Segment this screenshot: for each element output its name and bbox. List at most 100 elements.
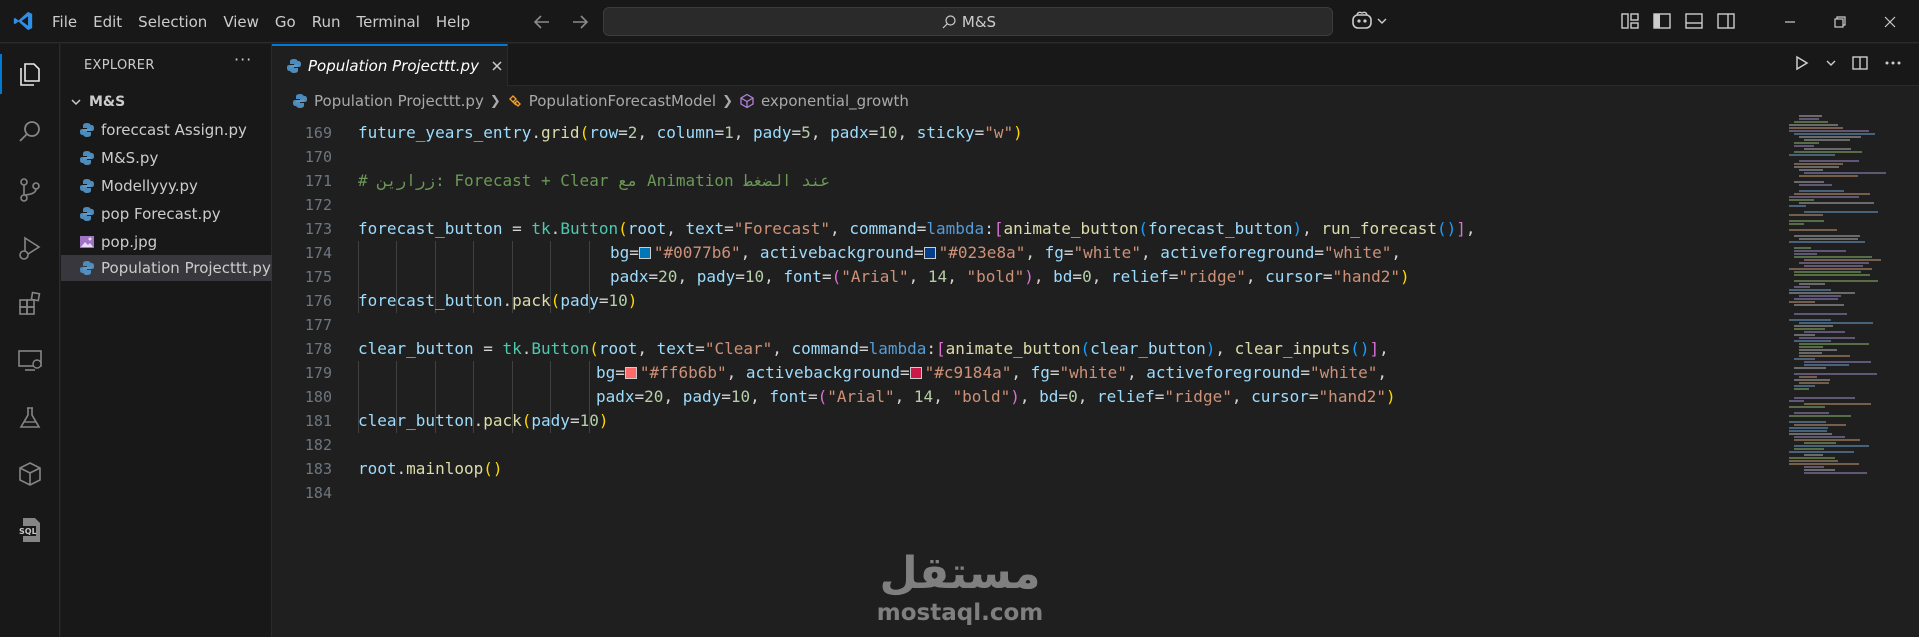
python-file-icon	[80, 261, 94, 275]
menu-terminal[interactable]: Terminal	[349, 8, 428, 36]
minimap-line	[1789, 229, 1837, 231]
close-tab-icon[interactable]	[489, 58, 505, 74]
toggle-primary-sidebar-icon[interactable]	[1652, 11, 1672, 31]
minimap-line	[1799, 169, 1823, 171]
minimap-line	[1794, 304, 1844, 306]
watermark-latin: mostaql.com	[876, 600, 1044, 626]
menu-view[interactable]: View	[215, 8, 267, 36]
token: "w"	[984, 123, 1014, 142]
minimize-button[interactable]	[1765, 0, 1815, 43]
menu-go[interactable]: Go	[267, 8, 304, 36]
minimap-line	[1789, 427, 1828, 429]
customize-layout-icon[interactable]	[1620, 11, 1640, 31]
file-item[interactable]: pop Forecast.py	[61, 201, 272, 227]
color-swatch[interactable]	[923, 247, 936, 259]
token: command	[849, 219, 917, 238]
token: animate_button	[945, 339, 1081, 358]
token: pady	[682, 387, 722, 406]
line-number: 177	[304, 316, 332, 334]
color-swatch[interactable]	[624, 367, 637, 379]
minimap-line	[1799, 262, 1869, 264]
activity-run-debug[interactable]	[0, 224, 60, 272]
minimap-line	[1804, 472, 1867, 474]
token: Button	[531, 339, 590, 358]
token: pady	[560, 291, 599, 310]
activity-sql[interactable]: SQL	[0, 506, 60, 554]
menu-selection[interactable]: Selection	[130, 8, 215, 36]
token: 2	[627, 123, 638, 142]
vscode-logo-icon[interactable]	[12, 10, 34, 32]
token: grid	[541, 123, 580, 142]
activity-containers[interactable]	[0, 450, 60, 498]
menu-file[interactable]: File	[44, 8, 85, 36]
token: run_forecast	[1321, 219, 1437, 238]
file-item[interactable]: M&S.py	[61, 145, 272, 171]
activity-explorer[interactable]	[0, 50, 60, 98]
breadcrumb-file[interactable]: Population Projecttt.py	[292, 92, 484, 110]
folder-root[interactable]: M&S	[61, 90, 272, 114]
method-symbol-icon	[740, 93, 754, 109]
command-center-search[interactable]: M&S	[603, 7, 1333, 36]
token: 10	[730, 387, 751, 406]
minimap-line	[1789, 430, 1827, 432]
code-line-180: padx=20, pady=10, font=("Arial", 14, "bo…	[596, 387, 1396, 406]
token: command	[791, 339, 859, 358]
file-item[interactable]: Modellyyy.py	[61, 173, 272, 199]
menu-run[interactable]: Run	[304, 8, 349, 36]
copilot-menu[interactable]	[1350, 10, 1388, 32]
token: column	[656, 123, 715, 142]
code-editor[interactable]: 169 170 171 172 173 174 175 176 177 178 …	[272, 115, 1919, 637]
activity-testing[interactable]	[0, 394, 60, 442]
minimap-line	[1789, 460, 1838, 462]
token: 10	[744, 267, 765, 286]
more-actions-icon[interactable]	[1883, 54, 1903, 72]
activity-remote-explorer[interactable]	[0, 336, 60, 384]
minimap[interactable]	[1789, 115, 1909, 495]
color-swatch[interactable]	[909, 367, 922, 379]
token: "Arial"	[841, 267, 909, 286]
minimap-line	[1794, 181, 1824, 183]
restore-button[interactable]	[1815, 0, 1865, 43]
token: "hand2"	[1332, 267, 1400, 286]
arrow-right-icon[interactable]	[568, 10, 592, 34]
minimize-icon	[1785, 20, 1795, 23]
source-control-icon	[20, 178, 40, 202]
toggle-secondary-sidebar-icon[interactable]	[1716, 11, 1736, 31]
token: bd	[1053, 267, 1073, 286]
tab-population-projecttt[interactable]: Population Projecttt.py	[272, 44, 508, 86]
activity-search[interactable]	[0, 108, 60, 156]
activity-source-control[interactable]	[0, 166, 60, 214]
token: 1	[724, 123, 734, 142]
token: cursor	[1265, 267, 1323, 286]
line-number: 173	[304, 220, 332, 238]
menu-help[interactable]: Help	[428, 8, 478, 36]
activity-extensions[interactable]	[0, 280, 60, 328]
chevron-down-icon[interactable]	[1825, 57, 1837, 69]
token: 0	[1068, 387, 1078, 406]
explorer-more-button[interactable]: ···	[234, 50, 252, 69]
file-name: pop.jpg	[101, 233, 158, 251]
breadcrumb-method[interactable]: exponential_growth	[739, 92, 909, 110]
toggle-panel-icon[interactable]	[1684, 11, 1704, 31]
token: 14	[927, 267, 948, 286]
minimap-line	[1789, 289, 1831, 291]
run-python-file-icon[interactable]	[1793, 54, 1811, 72]
code-line-176: forecast_button.pack(pady=10)	[358, 291, 638, 310]
token: text	[656, 339, 696, 358]
code-lines: future_years_entry.grid(row=2, column=1,…	[358, 115, 1758, 637]
menu-edit[interactable]: Edit	[85, 8, 130, 36]
breadcrumb-class[interactable]: PopulationForecastModel	[507, 92, 716, 110]
token: "hand2"	[1318, 387, 1386, 406]
file-item-selected[interactable]: Population Projecttt.py	[61, 255, 272, 281]
watermark-arabic: مستقل	[879, 548, 1041, 599]
close-window-button[interactable]	[1865, 0, 1915, 43]
arrow-left-icon[interactable]	[530, 10, 554, 34]
file-item[interactable]: pop.jpg	[61, 229, 272, 255]
minimap-line	[1794, 367, 1826, 369]
file-item[interactable]: foreccast Assign.py	[61, 117, 272, 143]
token: padx	[830, 123, 869, 142]
minimap-line	[1789, 124, 1838, 126]
split-editor-icon[interactable]	[1851, 54, 1869, 72]
minimap-line	[1789, 292, 1855, 294]
color-swatch[interactable]	[638, 247, 651, 259]
